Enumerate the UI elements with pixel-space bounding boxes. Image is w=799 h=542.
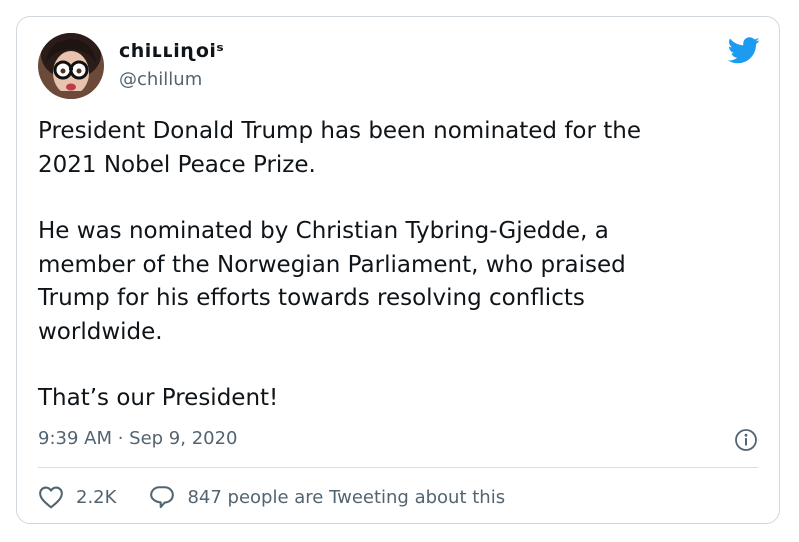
avatar-image <box>38 33 104 99</box>
author-display-name[interactable]: ᴄhiʟʟiɳoiˢ <box>119 40 224 62</box>
avatar[interactable] <box>38 33 104 99</box>
speech-bubble-icon <box>150 486 175 509</box>
tweeting-about-text: 847 people are Tweeting about this <box>187 486 506 508</box>
tweet-timestamp[interactable]: 9:39 AM · Sep 9, 2020 <box>38 428 238 449</box>
info-icon[interactable] <box>734 428 758 452</box>
tweet-paragraph: President Donald Trump has been nominate… <box>38 118 641 178</box>
author-handle[interactable]: @chillum <box>119 69 202 90</box>
tweet-actions: 2.2K 847 people are Tweeting about this <box>38 482 505 512</box>
twitter-bird-icon[interactable] <box>727 37 760 64</box>
like-button[interactable]: 2.2K <box>38 485 116 509</box>
tweet-text: President Donald Trump has been nominate… <box>38 115 758 416</box>
tweet-card: ᴄhiʟʟiɳoiˢ @chillum President Donald Tru… <box>16 16 780 524</box>
tweeting-about-link[interactable]: 847 people are Tweeting about this <box>149 485 505 509</box>
divider <box>38 467 758 468</box>
tweet-paragraph: He was nominated by Christian Tybring-Gj… <box>38 218 626 345</box>
tweet-paragraph: That’s our President! <box>38 385 279 411</box>
heart-icon <box>39 486 63 509</box>
like-count: 2.2K <box>76 486 117 508</box>
